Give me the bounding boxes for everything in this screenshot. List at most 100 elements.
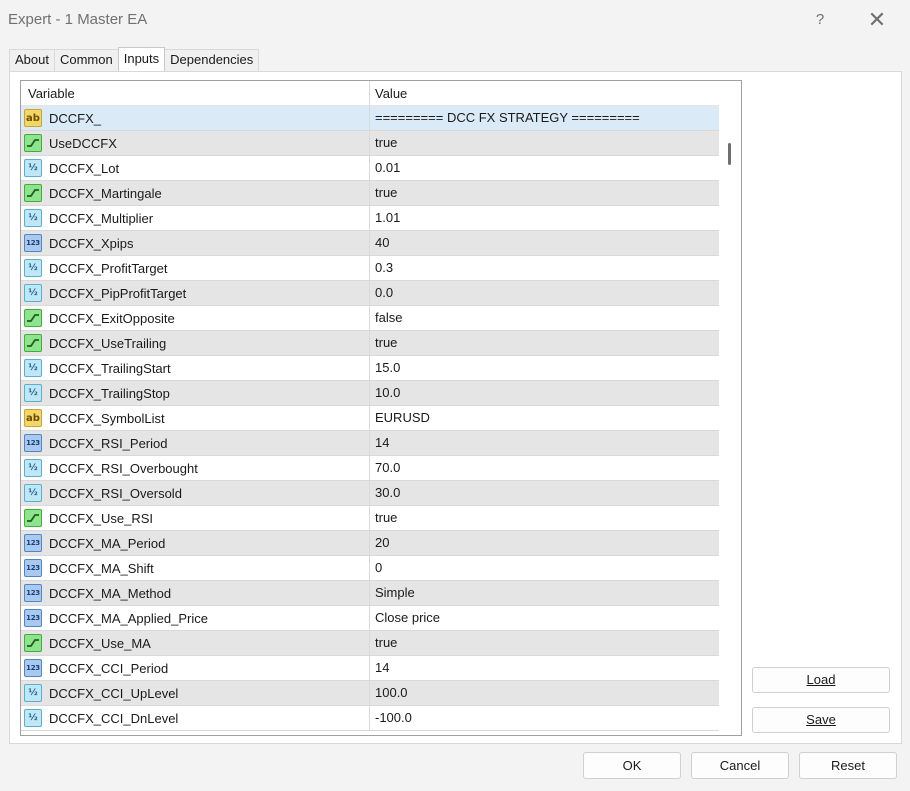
bool-type-icon	[24, 184, 42, 202]
table-row[interactable]: ½ DCCFX_TrailingStart 15.0	[21, 356, 719, 381]
value-cell[interactable]: -100.0	[370, 706, 719, 730]
table-row[interactable]: DCCFX_Use_RSI true	[21, 506, 719, 531]
string-type-icon: ab	[24, 409, 42, 427]
value-cell[interactable]: 40	[370, 231, 719, 255]
table-row[interactable]: ½ DCCFX_PipProfitTarget 0.0	[21, 281, 719, 306]
value-cell[interactable]: 30.0	[370, 481, 719, 505]
variable-cell: ½ DCCFX_CCI_DnLevel	[21, 706, 370, 730]
vertical-scrollbar[interactable]	[719, 81, 741, 735]
value-cell[interactable]: Simple	[370, 581, 719, 605]
table-row[interactable]: DCCFX_Martingale true	[21, 181, 719, 206]
variable-name: DCCFX_	[49, 110, 102, 126]
tab-inputs[interactable]: Inputs	[117, 47, 166, 71]
integer-type-icon: 123	[24, 659, 42, 677]
value-cell[interactable]: false	[370, 306, 719, 330]
variable-name: DCCFX_CCI_DnLevel	[49, 710, 179, 726]
table-row[interactable]: ½ DCCFX_ProfitTarget 0.3	[21, 256, 719, 281]
table-row[interactable]: 123 DCCFX_MA_Period 20	[21, 531, 719, 556]
value-cell[interactable]: 70.0	[370, 456, 719, 480]
close-button[interactable]: ✕	[863, 8, 891, 32]
variable-name: DCCFX_CCI_Period	[49, 660, 169, 676]
grid-rows: ab DCCFX_ ========= DCC FX STRATEGY ======…	[21, 106, 719, 731]
table-row[interactable]: ab DCCFX_SymbolList EURUSD	[21, 406, 719, 431]
ok-button[interactable]: OK	[583, 752, 681, 779]
variable-cell: ½ DCCFX_CCI_UpLevel	[21, 681, 370, 705]
column-header-variable[interactable]: Variable	[21, 81, 370, 106]
table-row[interactable]: ½ DCCFX_CCI_UpLevel 100.0	[21, 681, 719, 706]
value-cell[interactable]: 14	[370, 431, 719, 455]
value-cell[interactable]: EURUSD	[370, 406, 719, 430]
table-row[interactable]: 123 DCCFX_MA_Method Simple	[21, 581, 719, 606]
integer-type-icon: 123	[24, 609, 42, 627]
variable-name: UseDCCFX	[49, 135, 117, 151]
variable-cell: 123 DCCFX_MA_Shift	[21, 556, 370, 580]
variable-cell: DCCFX_Use_MA	[21, 631, 370, 655]
table-row[interactable]: ½ DCCFX_TrailingStop 10.0	[21, 381, 719, 406]
variable-name: DCCFX_RSI_Overbought	[49, 460, 198, 476]
reset-button[interactable]: Reset	[799, 752, 897, 779]
value-cell[interactable]: 0.0	[370, 281, 719, 305]
table-row[interactable]: 123 DCCFX_RSI_Period 14	[21, 431, 719, 456]
value-cell[interactable]: 0	[370, 556, 719, 580]
save-button[interactable]: Save	[752, 707, 890, 733]
table-row[interactable]: ½ DCCFX_CCI_DnLevel -100.0	[21, 706, 719, 731]
value-cell[interactable]: 10.0	[370, 381, 719, 405]
value-cell[interactable]: true	[370, 506, 719, 530]
load-button[interactable]: Load	[752, 667, 890, 693]
variable-cell: ½ DCCFX_RSI_Overbought	[21, 456, 370, 480]
value-cell[interactable]: 15.0	[370, 356, 719, 380]
double-type-icon: ½	[24, 709, 42, 727]
table-row[interactable]: ½ DCCFX_Lot 0.01	[21, 156, 719, 181]
value-cell[interactable]: true	[370, 181, 719, 205]
variable-cell: 123 DCCFX_Xpips	[21, 231, 370, 255]
help-button[interactable]: ?	[806, 8, 834, 32]
grid-header: Variable Value	[21, 81, 719, 106]
variable-name: DCCFX_MA_Applied_Price	[49, 610, 208, 626]
variable-name: DCCFX_TrailingStop	[49, 385, 170, 401]
variable-cell: ½ DCCFX_TrailingStop	[21, 381, 370, 405]
table-row[interactable]: ½ DCCFX_Multiplier 1.01	[21, 206, 719, 231]
scrollbar-thumb[interactable]	[728, 143, 731, 165]
value-cell[interactable]: Close price	[370, 606, 719, 630]
bool-type-icon	[24, 509, 42, 527]
table-row[interactable]: 123 DCCFX_Xpips 40	[21, 231, 719, 256]
table-row[interactable]: ab DCCFX_ ========= DCC FX STRATEGY ======…	[21, 106, 719, 131]
integer-type-icon: 123	[24, 559, 42, 577]
variable-name: DCCFX_Multiplier	[49, 210, 154, 226]
value-cell[interactable]: 14	[370, 656, 719, 680]
value-cell[interactable]: 20	[370, 531, 719, 555]
value-cell[interactable]: true	[370, 631, 719, 655]
table-row[interactable]: DCCFX_UseTrailing true	[21, 331, 719, 356]
variable-cell: DCCFX_Martingale	[21, 181, 370, 205]
cancel-button[interactable]: Cancel	[691, 752, 789, 779]
value-cell[interactable]: 1.01	[370, 206, 719, 230]
variable-name: DCCFX_Xpips	[49, 235, 134, 251]
value-cell[interactable]: ========= DCC FX STRATEGY =========	[370, 106, 719, 130]
bool-type-icon	[24, 134, 42, 152]
table-row[interactable]: DCCFX_Use_MA true	[21, 631, 719, 656]
table-row[interactable]: 123 DCCFX_CCI_Period 14	[21, 656, 719, 681]
variable-name: DCCFX_Lot	[49, 160, 120, 176]
value-cell[interactable]: 0.3	[370, 256, 719, 280]
table-row[interactable]: DCCFX_ExitOpposite false	[21, 306, 719, 331]
variable-cell: ½ DCCFX_Lot	[21, 156, 370, 180]
table-row[interactable]: 123 DCCFX_MA_Shift 0	[21, 556, 719, 581]
variable-cell: ½ DCCFX_ProfitTarget	[21, 256, 370, 280]
tab-dependencies[interactable]: Dependencies	[164, 49, 260, 71]
value-cell[interactable]: true	[370, 131, 719, 155]
tab-common[interactable]: Common	[53, 49, 119, 71]
variable-cell: UseDCCFX	[21, 131, 370, 155]
variable-cell: 123 DCCFX_CCI_Period	[21, 656, 370, 680]
double-type-icon: ½	[24, 259, 42, 277]
value-cell[interactable]: 100.0	[370, 681, 719, 705]
value-cell[interactable]: true	[370, 331, 719, 355]
double-type-icon: ½	[24, 284, 42, 302]
table-row[interactable]: ½ DCCFX_RSI_Oversold 30.0	[21, 481, 719, 506]
variable-cell: ½ DCCFX_RSI_Oversold	[21, 481, 370, 505]
table-row[interactable]: UseDCCFX true	[21, 131, 719, 156]
tab-about[interactable]: About	[9, 49, 55, 71]
value-cell[interactable]: 0.01	[370, 156, 719, 180]
column-header-value[interactable]: Value	[370, 81, 719, 106]
table-row[interactable]: ½ DCCFX_RSI_Overbought 70.0	[21, 456, 719, 481]
table-row[interactable]: 123 DCCFX_MA_Applied_Price Close price	[21, 606, 719, 631]
